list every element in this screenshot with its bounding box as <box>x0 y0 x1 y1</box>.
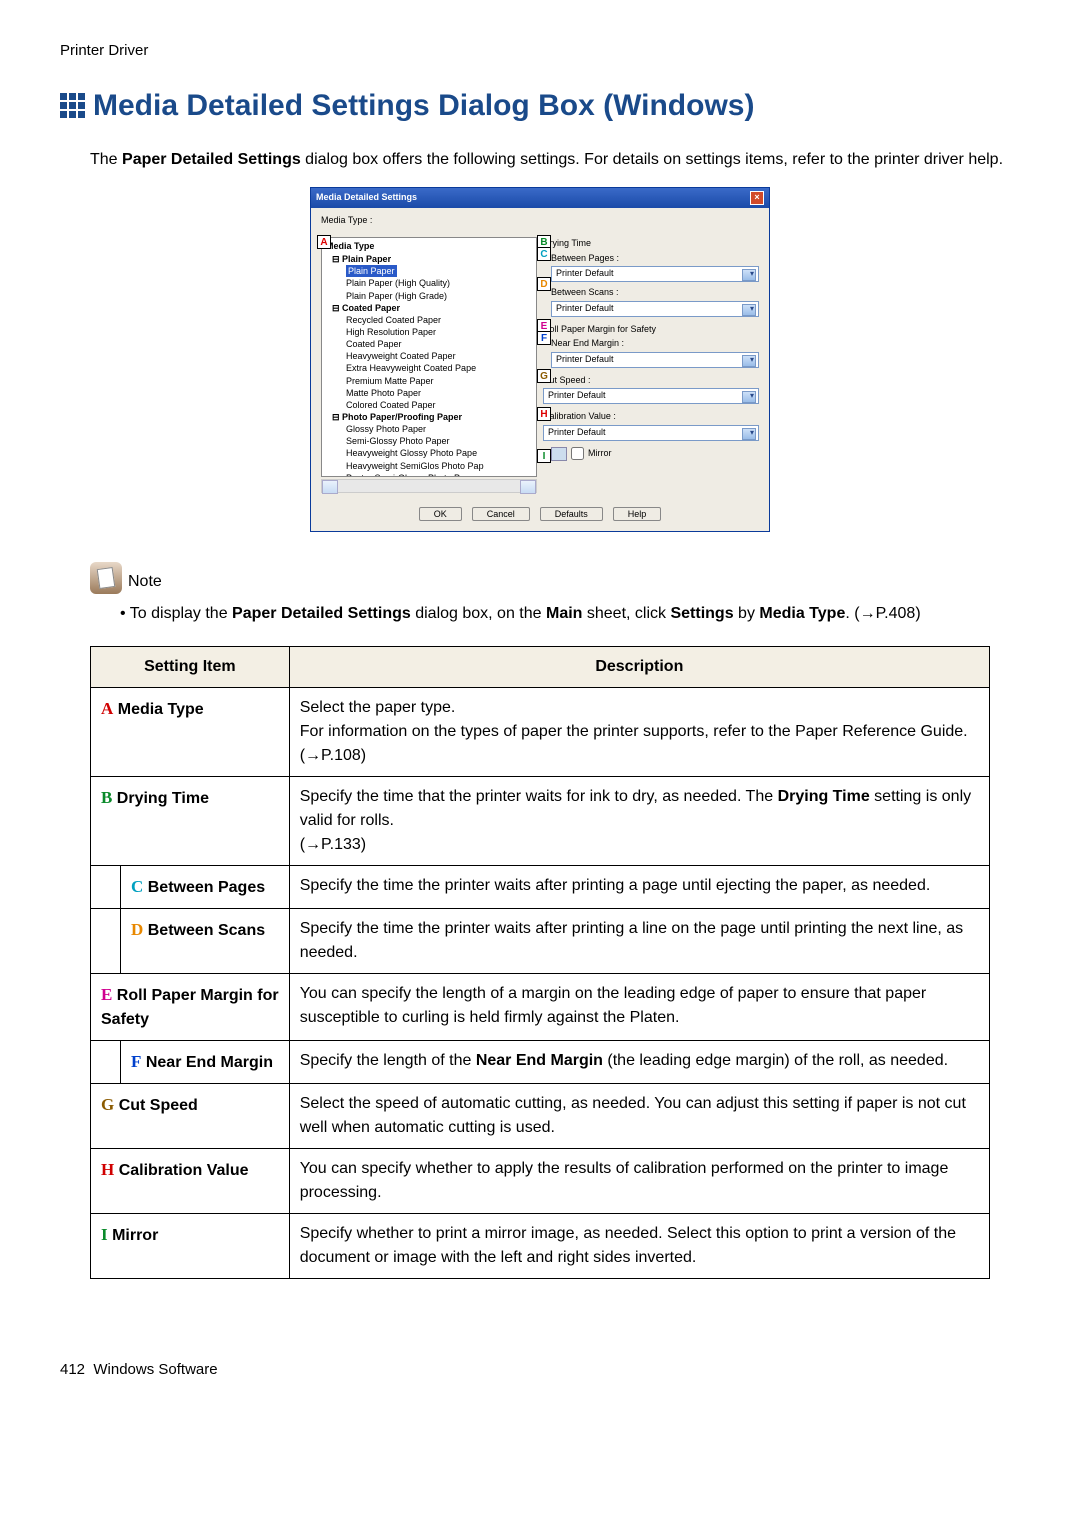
title-grid-icon <box>60 93 85 118</box>
between-scans-label: Between Scans : <box>551 286 759 300</box>
cut-speed-label: Cut Speed : <box>543 374 759 388</box>
near-end-combo[interactable]: Printer Default <box>551 352 759 368</box>
help-button[interactable]: Help <box>613 507 662 521</box>
th-setting: Setting Item <box>91 647 290 688</box>
between-pages-combo[interactable]: Printer Default <box>551 266 759 282</box>
intro-text: The Paper Detailed Settings dialog box o… <box>90 148 1020 172</box>
close-icon[interactable]: × <box>750 191 764 205</box>
page-footer: 412 Windows Software <box>60 1359 1020 1382</box>
note-label: Note <box>128 570 162 594</box>
marker-i: I <box>537 449 551 463</box>
drying-time-label: Drying Time <box>543 237 759 251</box>
table-row: E Roll Paper Margin for Safety You can s… <box>91 974 990 1041</box>
note-text: • To display the Paper Detailed Settings… <box>120 602 1020 626</box>
media-settings-dialog: Media Detailed Settings × Media Type : A… <box>310 187 770 533</box>
marker-f: F <box>537 331 551 345</box>
dialog-title: Media Detailed Settings <box>316 191 417 205</box>
between-pages-label: Between Pages : <box>551 252 759 266</box>
marker-a: A <box>317 235 331 249</box>
marker-d: D <box>537 277 551 291</box>
mirror-label: Mirror <box>588 447 612 461</box>
table-row: H Calibration Value You can specify whet… <box>91 1149 990 1214</box>
near-end-label: Near End Margin : <box>551 337 759 351</box>
mirror-icon <box>551 447 567 461</box>
section-header: Printer Driver <box>60 40 1020 63</box>
table-row: D Between Scans Specify the time the pri… <box>91 909 990 974</box>
cancel-button[interactable]: Cancel <box>472 507 530 521</box>
between-scans-combo[interactable]: Printer Default <box>551 301 759 317</box>
calibration-combo[interactable]: Printer Default <box>543 425 759 441</box>
page-title: Media Detailed Settings Dialog Box (Wind… <box>93 83 754 128</box>
marker-g: G <box>537 369 551 383</box>
mirror-checkbox[interactable] <box>571 447 584 460</box>
table-row: I Mirror Specify whether to print a mirr… <box>91 1214 990 1279</box>
dialog-titlebar: Media Detailed Settings × <box>311 188 769 208</box>
horizontal-scrollbar[interactable] <box>321 479 537 493</box>
th-desc: Description <box>289 647 989 688</box>
cut-speed-combo[interactable]: Printer Default <box>543 388 759 404</box>
defaults-button[interactable]: Defaults <box>540 507 603 521</box>
dialog-screenshot: Media Detailed Settings × Media Type : A… <box>60 187 1020 533</box>
roll-margin-label: Roll Paper Margin for Safety <box>543 323 759 337</box>
note-row: Note <box>90 562 1020 594</box>
table-row: A Media Type Select the paper type. For … <box>91 688 990 777</box>
table-row: B Drying Time Specify the time that the … <box>91 777 990 866</box>
settings-table: Setting Item Description A Media Type Se… <box>90 646 990 1279</box>
media-type-label: Media Type : <box>321 214 759 228</box>
table-row: G Cut Speed Select the speed of automati… <box>91 1084 990 1149</box>
media-type-tree[interactable]: Media Type ⊟ Plain Paper Plain Paper Pla… <box>321 237 537 477</box>
table-row: C Between Pages Specify the time the pri… <box>91 866 990 909</box>
marker-h: H <box>537 407 551 421</box>
calibration-label: Calibration Value : <box>543 410 759 424</box>
page-title-row: Media Detailed Settings Dialog Box (Wind… <box>60 83 1020 128</box>
ok-button[interactable]: OK <box>419 507 462 521</box>
marker-c: C <box>537 247 551 261</box>
note-icon <box>90 562 122 594</box>
table-row: F Near End Margin Specify the length of … <box>91 1041 990 1084</box>
